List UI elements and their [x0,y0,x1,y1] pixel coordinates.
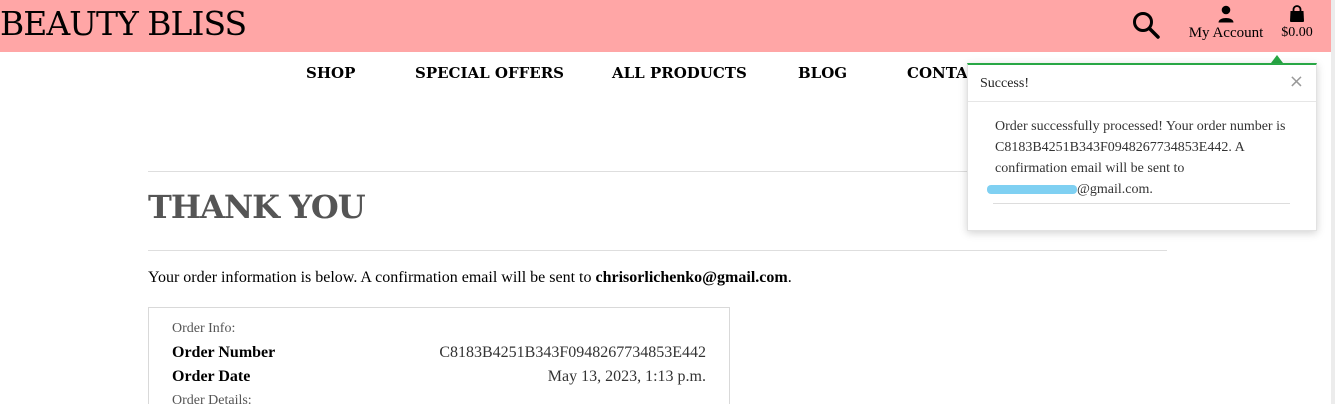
scrollbar[interactable] [1331,0,1335,404]
user-icon [1218,5,1234,23]
order-date-label: Order Date [172,368,251,385]
intro-email: chrisorlichenko@gmail.com [595,269,788,286]
brand-logo[interactable]: BEAUTY BLISS [0,4,247,43]
order-number-value: C8183B4251B343F0948267734853E442 [439,344,706,361]
intro-suffix: . [787,269,792,286]
redacted-email [987,185,1077,195]
order-info-box: Order Info: Order Number C8183B4251B343F… [148,307,730,404]
page-title: THANK YOU [148,188,366,226]
cart-total: $0.00 [1281,25,1313,40]
nav-all-products[interactable]: ALL PRODUCTS [612,64,747,82]
divider [148,250,1167,251]
nav-shop[interactable]: SHOP [306,64,355,82]
success-toast: Success! × Order successfully processed!… [967,63,1317,231]
order-date-value: May 13, 2023, 1:13 p.m. [547,368,706,385]
toast-title: Success! [980,76,1029,91]
intro-text: Your order information is below. A confi… [148,269,596,286]
my-account-label: My Account [1188,25,1264,41]
my-account-link[interactable]: My Account [1184,4,1268,48]
confirmation-intro: Your order information is below. A confi… [148,269,792,287]
toast-header: Success! × [968,65,1316,102]
toast-message-text: Order successfully processed! Your order… [995,119,1286,176]
toast-arrow [1271,55,1283,63]
order-details-label: Order Details: [172,393,252,404]
top-bar: BEAUTY BLISS My Account $0.00 [0,0,1331,52]
toast-divider [993,203,1290,204]
order-number-label: Order Number [172,344,276,361]
toast-email-suffix: @gmail.com. [1077,182,1153,197]
nav-special-offers[interactable]: SPECIAL OFFERS [415,64,564,82]
search-icon[interactable] [1131,10,1161,40]
shopping-bag-icon [1290,5,1304,22]
close-icon[interactable]: × [1289,71,1304,92]
order-info-label: Order Info: [172,321,236,336]
cart-link[interactable]: $0.00 [1276,4,1318,48]
toast-message: Order successfully processed! Your order… [987,116,1295,200]
nav-blog[interactable]: BLOG [798,64,847,82]
